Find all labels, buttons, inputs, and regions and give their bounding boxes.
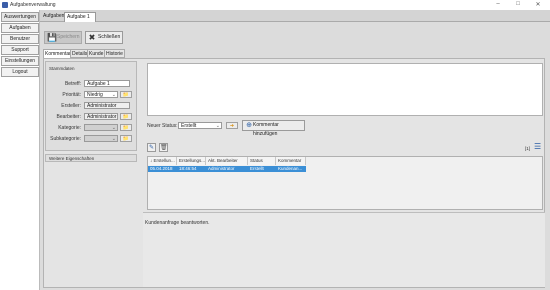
group-title: Stammdaten: [49, 66, 75, 71]
bearbeiter-field: Administrator: [84, 113, 118, 120]
delete-icon[interactable]: 🗑: [159, 143, 168, 152]
comment-preview: Kundenanfrage beantworten.: [143, 212, 545, 287]
table-cell: 18:46:54: [179, 166, 197, 171]
weitere-eigenschaften[interactable]: Weitere Eigenschaften: [45, 154, 137, 162]
kategorie-select[interactable]: ⌄: [84, 124, 118, 131]
close-icon[interactable]: ✕: [532, 1, 544, 8]
folder-icon[interactable]: 📁: [120, 135, 132, 142]
sidebar: Auswertungen Aufgaben Benutzer Support E…: [0, 10, 40, 290]
prioritaet-select[interactable]: Niedrig ⌄: [84, 91, 118, 98]
save-button[interactable]: 💾 Speichern: [44, 31, 82, 44]
ersteller-label: Ersteller:: [61, 103, 81, 109]
status-select[interactable]: Erstellt ⌄: [178, 122, 222, 129]
app-icon: [2, 2, 8, 8]
chevron-down-icon: ⌄: [111, 92, 116, 98]
tab-historie[interactable]: Historie: [104, 49, 125, 58]
add-comment-label: Kommentar hinzufügen: [253, 122, 279, 137]
sidebar-item-benutzer[interactable]: Benutzer: [1, 34, 39, 44]
betreff-input[interactable]: Aufgabe 1: [84, 80, 130, 87]
tab-label: Aufgabe 1: [67, 14, 90, 20]
table-cell: Administrator: [208, 166, 235, 171]
close-label: Schließen: [98, 34, 121, 40]
sidebar-item-aufgaben[interactable]: Aufgaben: [1, 23, 39, 33]
column-header[interactable]: Kommentar: [276, 157, 306, 165]
comments-table: ↓ Erstellun... Erstellungs... Akt. Bearb…: [147, 156, 543, 210]
tab-kunde[interactable]: Kunde: [87, 49, 106, 58]
toolbar: 💾 Speichern ✖ Schließen: [40, 23, 550, 47]
kategorie-label: Kategorie:: [58, 125, 81, 131]
edit-icon[interactable]: ✎: [147, 143, 156, 152]
save-icon: 💾: [47, 33, 57, 42]
betreff-label: Betreff:: [64, 81, 81, 87]
minimize-icon[interactable]: –: [492, 1, 504, 7]
folder-icon[interactable]: 📁: [120, 113, 132, 120]
add-circle-icon: ⊕: [246, 122, 252, 129]
close-x-icon: ✖: [88, 33, 96, 42]
table-cell: Kundenan...: [278, 166, 303, 171]
status-value: Erstellt: [181, 123, 197, 129]
sidebar-item-support[interactable]: Support: [1, 45, 39, 55]
comment-textarea[interactable]: [147, 63, 543, 116]
title-bar: Aufgabenverwaltung – □ ✕: [0, 0, 550, 10]
column-header[interactable]: ↓ Erstellun...: [148, 157, 177, 165]
add-comment-button[interactable]: ⊕ Kommentar hinzufügen: [242, 120, 305, 137]
row-count: [1]: [525, 146, 531, 151]
close-button[interactable]: ✖ Schließen: [85, 31, 123, 44]
tab-strip: Aufgaben Aufgabe 1 ▼: [40, 10, 550, 29]
prioritaet-label: Priorität:: [62, 92, 81, 98]
sidebar-item-einstellungen[interactable]: Einstellungen: [1, 56, 39, 66]
tab-aufgabe-1[interactable]: Aufgabe 1 ▼: [64, 12, 96, 29]
subkategorie-label: Subkategorie:: [50, 136, 81, 142]
menu-icon[interactable]: ☰: [534, 143, 541, 151]
table-row[interactable]: 05.04.2018 18:46:54 Administrator Erstel…: [148, 166, 306, 172]
comment-preview-text: Kundenanfrage beantworten.: [145, 220, 210, 226]
status-label: Neuer Status:: [147, 123, 178, 129]
chevron-down-icon: ⌄: [215, 123, 220, 129]
table-cell: Erstellt: [250, 166, 264, 171]
sidebar-item-auswertungen[interactable]: Auswertungen: [1, 12, 39, 22]
column-header[interactable]: Status: [248, 157, 276, 165]
subkategorie-select[interactable]: ⌄: [84, 135, 118, 142]
window-title: Aufgabenverwaltung: [10, 2, 56, 8]
sidebar-item-logout[interactable]: Logout: [1, 67, 39, 77]
prioritaet-value: Niedrig: [87, 92, 103, 98]
column-header[interactable]: Erstellungs...: [177, 157, 206, 165]
save-label: Speichern: [57, 34, 80, 40]
chevron-down-icon: ⌄: [111, 125, 116, 131]
stammdaten-group: Stammdaten Betreff: Aufgabe 1 Priorität:…: [45, 61, 137, 151]
table-cell: 05.04.2018: [150, 166, 173, 171]
column-header[interactable]: Akt. Bearbeiter: [206, 157, 248, 165]
tab-aufgaben[interactable]: Aufgaben: [41, 12, 66, 22]
maximize-icon[interactable]: □: [512, 1, 524, 7]
arrow-right-icon[interactable]: ➜: [226, 122, 238, 129]
folder-icon[interactable]: 📁: [120, 91, 132, 98]
ersteller-field: Administrator: [84, 102, 130, 109]
chevron-down-icon: ⌄: [111, 136, 116, 142]
folder-icon[interactable]: 📁: [120, 124, 132, 131]
bearbeiter-label: Bearbeiter:: [56, 114, 81, 120]
